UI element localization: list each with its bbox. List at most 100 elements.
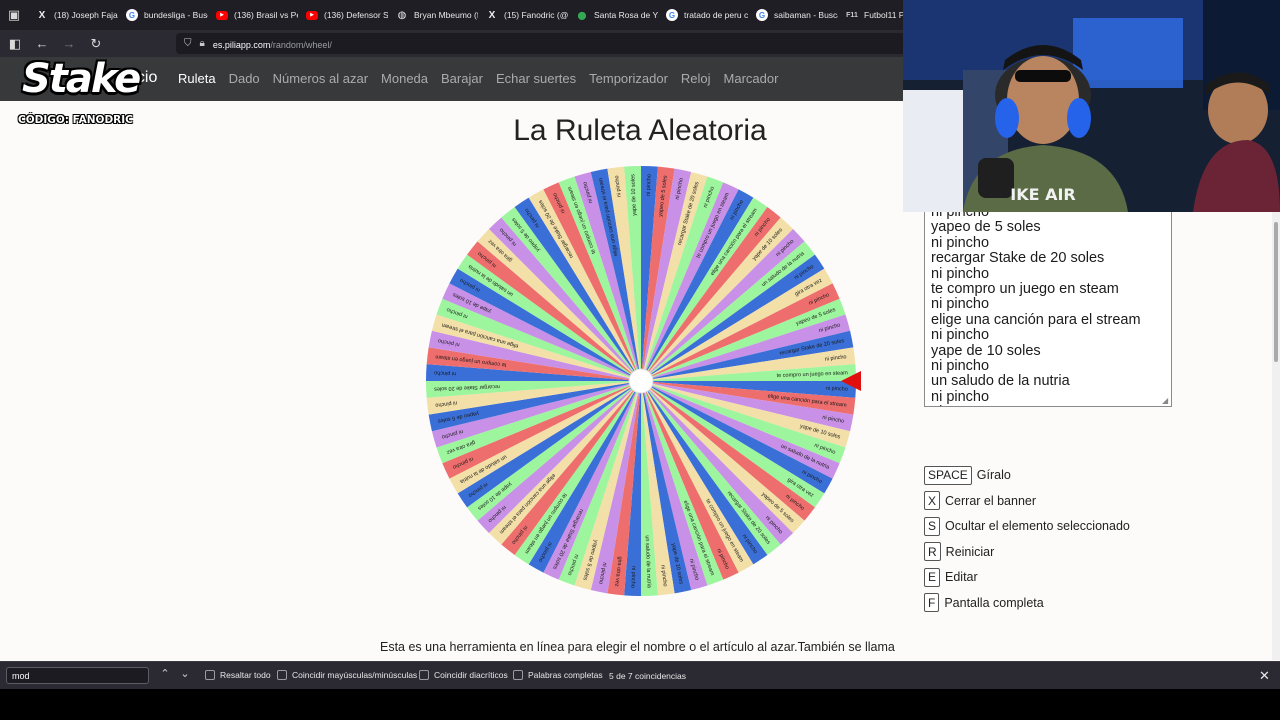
lock-icon[interactable]: 🔒︎ [200, 38, 205, 49]
shortcut-label: Gíralo [976, 468, 1011, 482]
option-line: elige una canción para el stream [931, 311, 1141, 328]
checkbox-box[interactable] [419, 670, 429, 680]
stake-overlay: Stake CÓDIGO: FANODRIC [14, 56, 141, 130]
close-icon[interactable]: ✕ [1259, 668, 1270, 684]
reload-icon[interactable]: ↻ [84, 32, 108, 56]
x-icon: X [488, 9, 496, 21]
shortcut-row: SPACE Gíralo [924, 465, 1130, 485]
wheel-center[interactable] [628, 368, 654, 394]
match-diacritics-label: Coincidir diacríticos [434, 670, 508, 680]
shield-icon[interactable]: ⛉ [184, 38, 192, 49]
url-path: /random/wheel/ [270, 39, 332, 50]
highlight-all-checkbox[interactable]: Resaltar todo [205, 670, 271, 680]
browser-tab[interactable]: ▶ (136) Brasil vs Per [208, 0, 298, 30]
option-line: te compro un juego en steam [931, 281, 1119, 298]
shortcut-row: S Ocultar el elemento seleccionado [924, 516, 1130, 536]
shortcut-label: Cerrar el banner [945, 493, 1037, 508]
resize-handle-icon[interactable]: ◢ [1162, 397, 1170, 405]
forward-icon[interactable]: → [57, 32, 81, 56]
find-previous-icon[interactable]: ⌃ [157, 667, 173, 680]
nav-link[interactable]: Moneda [381, 71, 428, 86]
find-input[interactable] [6, 667, 149, 684]
wheel-slice-label: ni pincho [629, 566, 636, 588]
option-line: ni pincho [931, 234, 990, 251]
options-textarea[interactable]: ni pincho yapeo de 5 soles ni pincho recarg… [924, 210, 1172, 407]
url-host: es.piliapp.com [212, 39, 271, 50]
shortcut-key[interactable]: SPACE [924, 465, 972, 485]
browser-tab[interactable]: F11 Futbol11 Pyr [838, 0, 908, 30]
find-bar: ⌃ ⌄ Resaltar todo Coincidir mayúsculas/m… [0, 661, 1280, 689]
match-diacritics-checkbox[interactable]: Coincidir diacríticos [419, 670, 508, 680]
shortcut-key[interactable]: E [924, 567, 941, 587]
tab-label: (15) Fanodric (@f [504, 10, 568, 20]
browser-tab[interactable]: ▶ (136) Defensor Sp [298, 0, 388, 30]
scrollbar-thumb[interactable] [1274, 222, 1278, 362]
nav-link[interactable]: Barajar [441, 71, 483, 86]
browser-tab[interactable]: X (15) Fanodric (@f [478, 0, 568, 30]
browser-tab[interactable]: X (18) Joseph Fajard [28, 0, 118, 30]
option-line: gira otra vez [931, 404, 1141, 406]
address-bar[interactable]: ⛉ 🔒︎ es.piliapp.com/random/wheel/ [176, 33, 906, 54]
stake-code: CÓDIGO: FANODRIC [18, 114, 133, 126]
option-line: ni pincho [931, 296, 990, 313]
webcam-overlay: IKE AIR [903, 0, 1280, 212]
screen: { "browser": { "tabs": [ {"icon": "x-ico… [0, 0, 1280, 720]
match-case-checkbox[interactable]: Coincidir mayúsculas/minúsculas [277, 670, 417, 680]
sidebar-toggle-icon[interactable]: ◧ [3, 32, 27, 56]
nav-link[interactable]: Reloj [681, 71, 711, 86]
globe-icon: ◍ [397, 9, 407, 21]
shortcut-key[interactable]: X [924, 491, 941, 511]
page-scrollbar[interactable] [1272, 212, 1280, 660]
nav-link[interactable]: Ruleta [178, 71, 216, 86]
site-menu: Ruleta Dado Números al azar Moneda Barajar Ec… [178, 71, 778, 86]
option-line: yape de 10 soles [931, 342, 1041, 359]
tab-list-icon[interactable]: ▣ [0, 0, 28, 30]
highlight-all-label: Resaltar todo [220, 670, 271, 680]
google-icon: G [666, 9, 678, 21]
browser-tab[interactable]: Gbundesliga - Busc [118, 0, 208, 30]
shortcut-label: Pantalla completa [944, 595, 1044, 610]
shortcut-key[interactable]: S [924, 516, 941, 536]
checkbox-box[interactable] [513, 670, 523, 680]
browser-tab[interactable]: Gsaibaman - Busca [748, 0, 838, 30]
tab-label: saibaman - Busca [774, 10, 838, 20]
wheel-slice-label: ni pincho [434, 369, 456, 376]
shortcut-label: Ocultar el elemento seleccionado [945, 519, 1130, 534]
option-line: ni pincho [931, 327, 990, 344]
nav-link[interactable]: Echar suertes [496, 71, 576, 86]
shortcut-row: F Pantalla completa [924, 593, 1130, 613]
nav-link[interactable]: Marcador [724, 71, 779, 86]
shortcut-key[interactable]: F [924, 593, 940, 613]
shortcut-row: R Reiniciar [924, 542, 1130, 562]
youtube-icon: ▶ [306, 10, 318, 20]
find-next-icon[interactable]: ⌄ [177, 667, 193, 680]
option-line: ni pincho [931, 358, 990, 375]
whole-words-checkbox[interactable]: Palabras completas [513, 670, 603, 680]
nav-link[interactable]: Dado [229, 71, 260, 86]
checkbox-box[interactable] [205, 670, 215, 680]
keyboard-shortcuts: SPACE Gíralo X Cerrar el banner S Ocultar el … [924, 465, 1130, 619]
browser-tab[interactable]: ◍ Bryan Mbeumo (f [388, 0, 478, 30]
shortcut-label: Reiniciar [945, 544, 995, 559]
shortcut-row: X Cerrar el banner [924, 491, 1130, 511]
browser-tab[interactable]: ⬤ Santa Rosa de Ya [568, 0, 658, 30]
shortcut-key[interactable]: R [924, 542, 941, 562]
google-icon: G [756, 9, 768, 21]
futbol11-icon: F11 [846, 11, 858, 19]
nav-link[interactable]: Números al azar [273, 71, 368, 86]
nav-link[interactable]: Temporizador [589, 71, 668, 86]
wheel[interactable]: ni pincho yapeo de 5 soles ni pincho recarg… [423, 163, 859, 599]
option-line: recargar Stake de 20 soles [931, 250, 1105, 267]
checkbox-box[interactable] [277, 670, 287, 680]
tab-label: Bryan Mbeumo (f [414, 10, 478, 20]
browser-tab[interactable]: Gtratado de peru c [658, 0, 748, 30]
youtube-icon: ▶ [216, 10, 228, 20]
back-icon[interactable]: ← [30, 32, 54, 56]
match-case-label: Coincidir mayúsculas/minúsculas [292, 670, 418, 680]
option-line: un saludo de la nutria [931, 373, 1070, 390]
whole-words-label: Palabras completas [528, 670, 603, 680]
wheel-graphic[interactable]: ni pincho yapeo de 5 soles ni pinchorecarg… [423, 163, 859, 599]
option-line: yapeo de 5 soles [931, 219, 1041, 236]
tab-strip: X(18) Joseph FajardGbundesliga - Busc▶(1… [28, 0, 908, 30]
tab-label: (136) Defensor Sp [324, 10, 388, 20]
